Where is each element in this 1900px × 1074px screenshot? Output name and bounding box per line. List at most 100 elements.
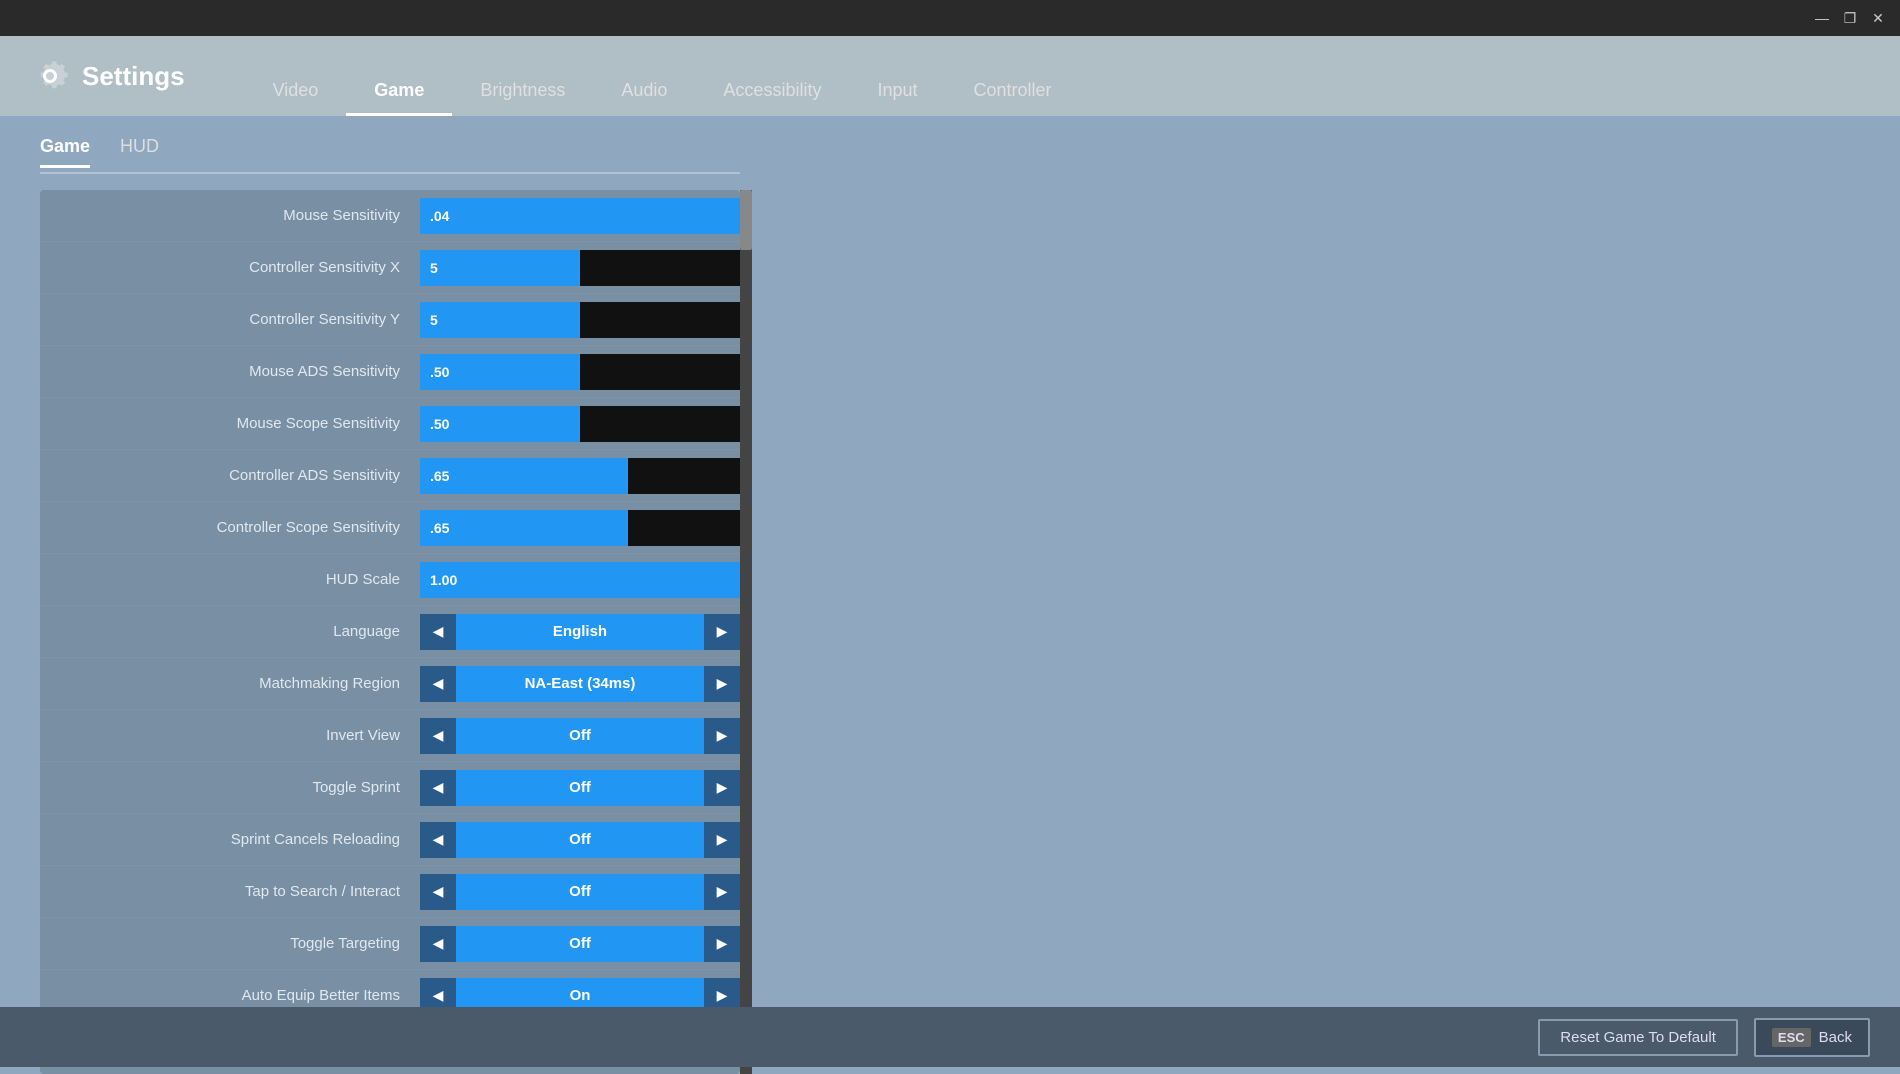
sprint-cancels-select: ◀ Off ▶ bbox=[420, 822, 740, 858]
matchmaking-select: ◀ NA-East (34ms) ▶ bbox=[420, 666, 740, 702]
invert-view-value: Off bbox=[456, 718, 704, 754]
sprint-cancels-next-button[interactable]: ▶ bbox=[704, 822, 740, 858]
setting-label-ctrl-y: Controller Sensitivity Y bbox=[40, 311, 420, 328]
back-button[interactable]: ESC Back bbox=[1754, 1018, 1870, 1057]
toggle-sprint-prev-button[interactable]: ◀ bbox=[420, 770, 456, 806]
table-row: Mouse Sensitivity .04 bbox=[40, 190, 740, 242]
scroll-thumb[interactable] bbox=[740, 190, 752, 250]
setting-label-hud-scale: HUD Scale bbox=[40, 571, 420, 588]
sprint-cancels-value: Off bbox=[456, 822, 704, 858]
nav-tabs: Video Game Brightness Audio Accessibilit… bbox=[245, 36, 1080, 116]
setting-label-mouse-scope: Mouse Scope Sensitivity bbox=[40, 415, 420, 432]
close-button[interactable]: ✕ bbox=[1864, 4, 1892, 32]
mouse-ads-slider[interactable]: .50 bbox=[420, 354, 740, 390]
ctrl-scope-slider[interactable]: .65 bbox=[420, 510, 740, 546]
scrollbar[interactable] bbox=[740, 190, 752, 1074]
sub-tab-game[interactable]: Game bbox=[40, 136, 90, 168]
sub-tab-hud[interactable]: HUD bbox=[120, 136, 159, 168]
setting-label-matchmaking: Matchmaking Region bbox=[40, 675, 420, 692]
matchmaking-next-button[interactable]: ▶ bbox=[704, 666, 740, 702]
hud-scale-slider[interactable]: 1.00 bbox=[420, 562, 740, 598]
settings-wrapper: Mouse Sensitivity .04 Controller Sensiti… bbox=[40, 190, 1860, 1074]
table-row: Controller Sensitivity Y 5 bbox=[40, 294, 740, 346]
esc-badge: ESC bbox=[1772, 1028, 1811, 1047]
mouse-sensitivity-value: .04 bbox=[430, 208, 449, 224]
nav-area: Settings Video Game Brightness Audio Acc… bbox=[0, 36, 1900, 116]
table-row: Controller ADS Sensitivity .65 bbox=[40, 450, 740, 502]
language-prev-button[interactable]: ◀ bbox=[420, 614, 456, 650]
setting-label-ctrl-ads: Controller ADS Sensitivity bbox=[40, 467, 420, 484]
matchmaking-prev-button[interactable]: ◀ bbox=[420, 666, 456, 702]
ctrl-sensitivity-x-slider[interactable]: 5 bbox=[420, 250, 740, 286]
nav-tab-audio[interactable]: Audio bbox=[593, 68, 695, 116]
language-next-button[interactable]: ▶ bbox=[704, 614, 740, 650]
setting-label-mouse-ads: Mouse ADS Sensitivity bbox=[40, 363, 420, 380]
title-bar: — ❐ ✕ bbox=[0, 0, 1900, 36]
setting-label-ctrl-scope: Controller Scope Sensitivity bbox=[40, 519, 420, 536]
minimize-button[interactable]: — bbox=[1808, 4, 1836, 32]
ctrl-scope-value: .65 bbox=[430, 520, 449, 536]
setting-label-toggle-sprint: Toggle Sprint bbox=[40, 779, 420, 796]
toggle-sprint-select: ◀ Off ▶ bbox=[420, 770, 740, 806]
table-row: Language ◀ English ▶ bbox=[40, 606, 740, 658]
mouse-scope-value: .50 bbox=[430, 416, 449, 432]
nav-tab-input[interactable]: Input bbox=[849, 68, 945, 116]
table-row: Matchmaking Region ◀ NA-East (34ms) ▶ bbox=[40, 658, 740, 710]
maximize-button[interactable]: ❐ bbox=[1836, 4, 1864, 32]
ctrl-sensitivity-x-value: 5 bbox=[430, 260, 438, 276]
language-select: ◀ English ▶ bbox=[420, 614, 740, 650]
setting-label-auto-equip: Auto Equip Better Items bbox=[40, 987, 420, 1004]
tap-search-prev-button[interactable]: ◀ bbox=[420, 874, 456, 910]
toggle-targeting-prev-button[interactable]: ◀ bbox=[420, 926, 456, 962]
mouse-sensitivity-slider[interactable]: .04 bbox=[420, 198, 740, 234]
nav-tab-brightness[interactable]: Brightness bbox=[452, 68, 593, 116]
toggle-targeting-value: Off bbox=[456, 926, 704, 962]
app-title: Settings bbox=[82, 61, 185, 92]
setting-label-toggle-targeting: Toggle Targeting bbox=[40, 935, 420, 952]
ctrl-ads-slider[interactable]: .65 bbox=[420, 458, 740, 494]
ctrl-sensitivity-y-slider[interactable]: 5 bbox=[420, 302, 740, 338]
settings-container: Mouse Sensitivity .04 Controller Sensiti… bbox=[40, 190, 740, 1074]
table-row: Toggle Sprint ◀ Off ▶ bbox=[40, 762, 740, 814]
setting-label-sprint-cancels: Sprint Cancels Reloading bbox=[40, 831, 420, 848]
nav-tab-game[interactable]: Game bbox=[346, 68, 452, 116]
nav-tab-accessibility[interactable]: Accessibility bbox=[695, 68, 849, 116]
toggle-sprint-value: Off bbox=[456, 770, 704, 806]
table-row: HUD Scale 1.00 bbox=[40, 554, 740, 606]
invert-view-next-button[interactable]: ▶ bbox=[704, 718, 740, 754]
table-row: Controller Sensitivity X 5 bbox=[40, 242, 740, 294]
setting-label-invert-view: Invert View bbox=[40, 727, 420, 744]
tap-search-next-button[interactable]: ▶ bbox=[704, 874, 740, 910]
reset-button[interactable]: Reset Game To Default bbox=[1538, 1019, 1738, 1056]
invert-view-prev-button[interactable]: ◀ bbox=[420, 718, 456, 754]
nav-tab-controller[interactable]: Controller bbox=[946, 68, 1080, 116]
matchmaking-value: NA-East (34ms) bbox=[456, 666, 704, 702]
sprint-cancels-prev-button[interactable]: ◀ bbox=[420, 822, 456, 858]
back-label: Back bbox=[1819, 1029, 1852, 1046]
table-row: Toggle Targeting ◀ Off ▶ bbox=[40, 918, 740, 970]
toggle-targeting-next-button[interactable]: ▶ bbox=[704, 926, 740, 962]
bottom-bar: Reset Game To Default ESC Back bbox=[0, 1007, 1900, 1067]
toggle-sprint-next-button[interactable]: ▶ bbox=[704, 770, 740, 806]
setting-label-language: Language bbox=[40, 623, 420, 640]
setting-label-mouse-sensitivity: Mouse Sensitivity bbox=[40, 207, 420, 224]
app-logo: Settings bbox=[30, 56, 185, 96]
table-row: Tap to Search / Interact ◀ Off ▶ bbox=[40, 866, 740, 918]
toggle-targeting-select: ◀ Off ▶ bbox=[420, 926, 740, 962]
setting-label-tap-search: Tap to Search / Interact bbox=[40, 883, 420, 900]
table-row: Sprint Cancels Reloading ◀ Off ▶ bbox=[40, 814, 740, 866]
invert-view-select: ◀ Off ▶ bbox=[420, 718, 740, 754]
sub-tabs: Game HUD bbox=[40, 136, 740, 174]
mouse-ads-value: .50 bbox=[430, 364, 449, 380]
tap-search-select: ◀ Off ▶ bbox=[420, 874, 740, 910]
ctrl-ads-value: .65 bbox=[430, 468, 449, 484]
mouse-scope-slider[interactable]: .50 bbox=[420, 406, 740, 442]
main-content: Game HUD Mouse Sensitivity .04 Controlle… bbox=[0, 116, 1900, 1007]
hud-scale-value: 1.00 bbox=[430, 572, 457, 588]
gear-icon bbox=[30, 56, 70, 96]
nav-tab-video[interactable]: Video bbox=[245, 68, 347, 116]
table-row: Mouse ADS Sensitivity .50 bbox=[40, 346, 740, 398]
setting-label-ctrl-x: Controller Sensitivity X bbox=[40, 259, 420, 276]
tap-search-value: Off bbox=[456, 874, 704, 910]
language-value: English bbox=[456, 614, 704, 650]
